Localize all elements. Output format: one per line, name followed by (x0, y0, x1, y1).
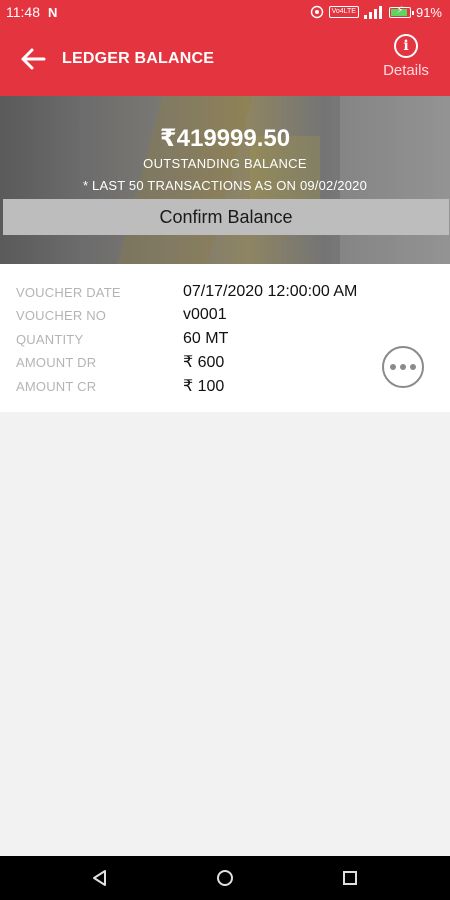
status-right: Vo4LTE ⚡ 91% (310, 5, 442, 20)
amount-dr-label: AMOUNT DR (16, 354, 97, 370)
page-title: LEDGER BALANCE (62, 50, 215, 67)
details-label: Details (383, 62, 429, 79)
nav-back-button[interactable] (88, 866, 112, 890)
confirm-balance-button[interactable]: Confirm Balance (3, 199, 449, 235)
voucher-no-label: VOUCHER NO (16, 307, 107, 323)
amount-cr-label: AMOUNT CR (16, 378, 97, 394)
balance-banner: ₹419999.50 OUTSTANDING BALANCE * LAST 50… (0, 96, 450, 264)
n-notification-icon: N (48, 4, 58, 20)
voucher-date-row: VOUCHER DATE 07/17/2020 12:00:00 AM (16, 281, 416, 303)
status-time: 11:48 (6, 4, 40, 20)
more-options-button[interactable] (382, 346, 424, 388)
amount-cr-row: AMOUNT CR ₹ 100 (16, 375, 416, 397)
signal-icon (363, 5, 382, 19)
voucher-no-row: VOUCHER NO v0001 (16, 304, 416, 326)
outstanding-balance-amount: ₹419999.50 (159, 125, 291, 152)
details-button[interactable]: i Details (376, 34, 436, 90)
app-bar: LEDGER BALANCE i Details (0, 24, 450, 96)
triangle-back-icon (93, 870, 106, 886)
back-button[interactable] (18, 44, 48, 74)
system-nav-bar (0, 856, 450, 900)
transactions-note: * LAST 50 TRANSACTIONS AS ON 09/02/2020 (82, 178, 368, 193)
quantity-label: QUANTITY (16, 331, 84, 347)
voucher-date-label: VOUCHER DATE (16, 284, 121, 300)
voucher-no-value: v0001 (183, 306, 227, 323)
status-left: 11:48 N (6, 4, 57, 20)
arrow-left-icon (21, 48, 46, 70)
battery-percent: 91% (415, 4, 442, 20)
amount-dr-value: ₹ 600 (183, 354, 225, 371)
amount-cr-value: ₹ 100 (183, 378, 225, 395)
more-horizontal-icon (410, 364, 416, 370)
volte-badge: Vo4LTE (328, 6, 359, 18)
nav-recents-button[interactable] (338, 866, 362, 890)
voucher-date-value: 07/17/2020 12:00:00 AM (183, 283, 358, 300)
info-icon: i (394, 34, 418, 58)
circle-home-icon (217, 870, 233, 886)
quantity-row: QUANTITY 60 MT (16, 328, 416, 350)
more-horizontal-icon (390, 364, 396, 370)
hotspot-icon (310, 5, 323, 19)
battery-icon: ⚡ (388, 4, 414, 18)
nav-home-button[interactable] (213, 866, 237, 890)
square-recents-icon (343, 871, 357, 885)
amount-dr-row: AMOUNT DR ₹ 600 (16, 351, 416, 373)
more-horizontal-icon (400, 364, 406, 370)
quantity-value: 60 MT (183, 330, 229, 347)
transaction-card[interactable]: VOUCHER DATE 07/17/2020 12:00:00 AM VOUC… (0, 264, 450, 412)
charging-bolt-icon: ⚡ (396, 4, 404, 16)
status-bar: 11:48 N Vo4LTE ⚡ 91% (0, 0, 450, 24)
outstanding-balance-label: OUTSTANDING BALANCE (143, 156, 307, 171)
